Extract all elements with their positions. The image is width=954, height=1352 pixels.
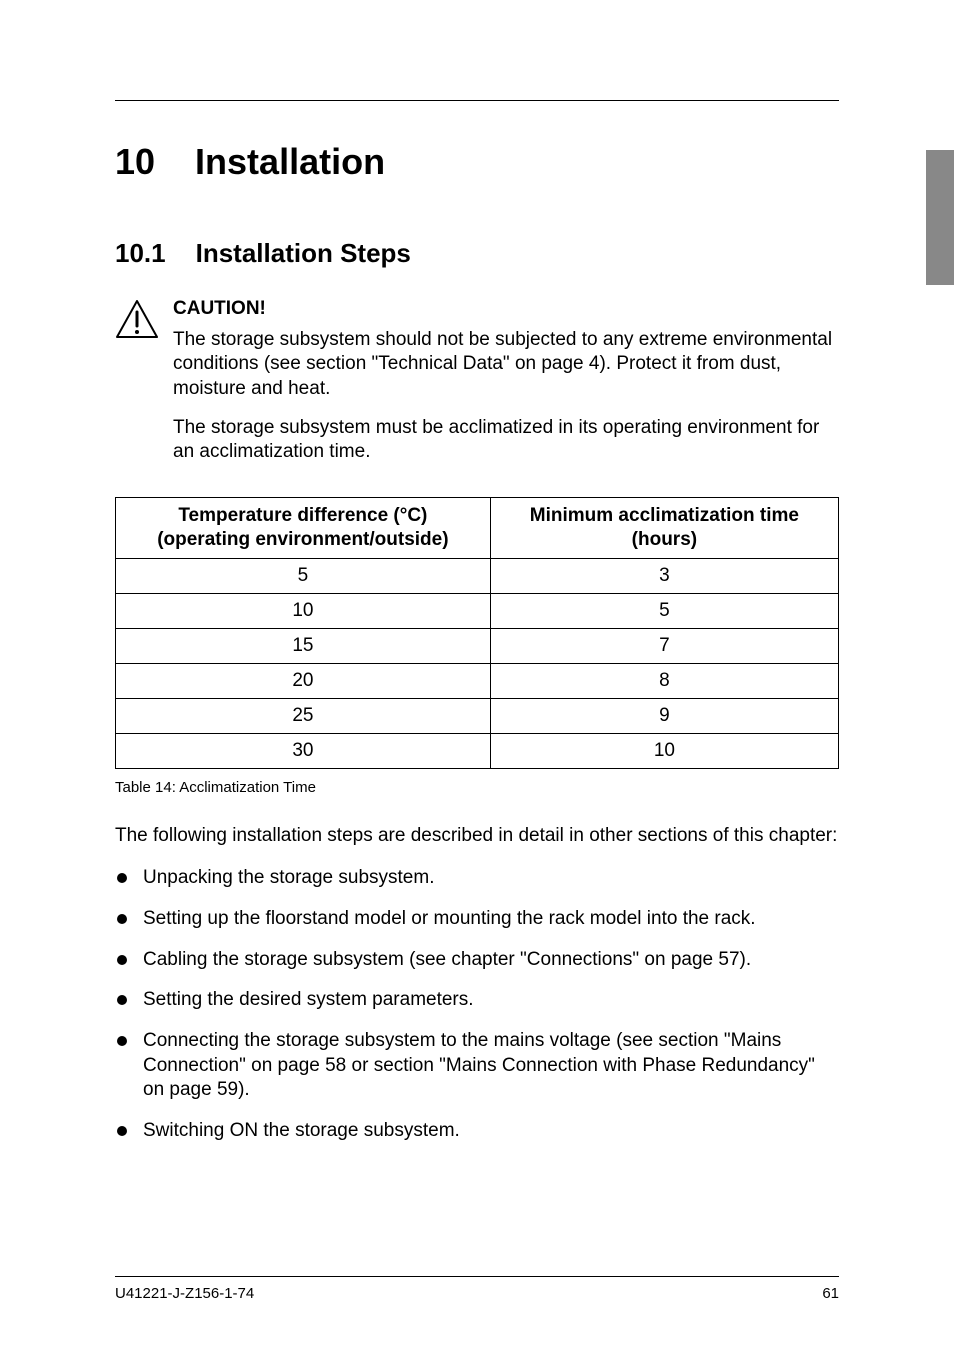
- th-col2-line1: Minimum acclimatization time: [530, 505, 799, 526]
- page-footer: U41221-J-Z156-1-74 61: [115, 1276, 839, 1302]
- th-col1-line1: Temperature difference (°C): [178, 505, 427, 526]
- cell-temp: 5: [116, 558, 491, 593]
- section-title: Installation Steps: [196, 238, 411, 268]
- cell-hours: 3: [490, 558, 838, 593]
- table-row: 5 3: [116, 558, 839, 593]
- steps-intro: The following installation steps are des…: [115, 824, 839, 849]
- list-item: Connecting the storage subsystem to the …: [115, 1029, 839, 1103]
- list-item: Setting up the floorstand model or mount…: [115, 907, 839, 932]
- cell-temp: 10: [116, 593, 491, 628]
- steps-list: Unpacking the storage subsystem. Setting…: [115, 866, 839, 1144]
- caution-label: CAUTION!: [173, 297, 839, 322]
- footer-right: 61: [822, 1285, 839, 1302]
- cell-temp: 30: [116, 733, 491, 768]
- section-number: 10.1: [115, 238, 166, 269]
- cell-hours: 9: [490, 698, 838, 733]
- table-header-col1: Temperature difference (°C) (operating e…: [116, 498, 491, 559]
- table-row: 25 9: [116, 698, 839, 733]
- table-row: 20 8: [116, 663, 839, 698]
- table-caption: Table 14: Acclimatization Time: [115, 779, 839, 796]
- acclimatization-table: Temperature difference (°C) (operating e…: [115, 497, 839, 769]
- th-col2-line2: (hours): [632, 529, 697, 550]
- section-heading: 10.1 Installation Steps: [115, 238, 839, 269]
- list-item: Unpacking the storage subsystem.: [115, 866, 839, 891]
- caution-block: CAUTION! The storage subsystem should no…: [115, 297, 839, 479]
- chapter-heading: 10 Installation: [115, 141, 839, 183]
- cell-temp: 15: [116, 628, 491, 663]
- th-col1-line2: (operating environment/outside): [157, 529, 448, 550]
- list-item: Cabling the storage subsystem (see chapt…: [115, 948, 839, 973]
- caution-text: CAUTION! The storage subsystem should no…: [173, 297, 839, 479]
- cell-temp: 25: [116, 698, 491, 733]
- list-item: Setting the desired system parameters.: [115, 988, 839, 1013]
- table-header-col2: Minimum acclimatization time (hours): [490, 498, 838, 559]
- list-item: Switching ON the storage subsystem.: [115, 1119, 839, 1144]
- table-row: 30 10: [116, 733, 839, 768]
- cell-hours: 5: [490, 593, 838, 628]
- cell-hours: 7: [490, 628, 838, 663]
- table-row: 10 5: [116, 593, 839, 628]
- chapter-title: Installation: [195, 141, 385, 182]
- caution-icon: [115, 299, 159, 344]
- cell-hours: 10: [490, 733, 838, 768]
- caution-paragraph-2: The storage subsystem must be acclimatiz…: [173, 416, 839, 465]
- side-tab: [926, 150, 954, 285]
- cell-temp: 20: [116, 663, 491, 698]
- table-row: 15 7: [116, 628, 839, 663]
- top-rule: [115, 100, 839, 101]
- cell-hours: 8: [490, 663, 838, 698]
- chapter-number: 10: [115, 141, 155, 183]
- footer-left: U41221-J-Z156-1-74: [115, 1285, 254, 1302]
- caution-paragraph-1: The storage subsystem should not be subj…: [173, 328, 839, 402]
